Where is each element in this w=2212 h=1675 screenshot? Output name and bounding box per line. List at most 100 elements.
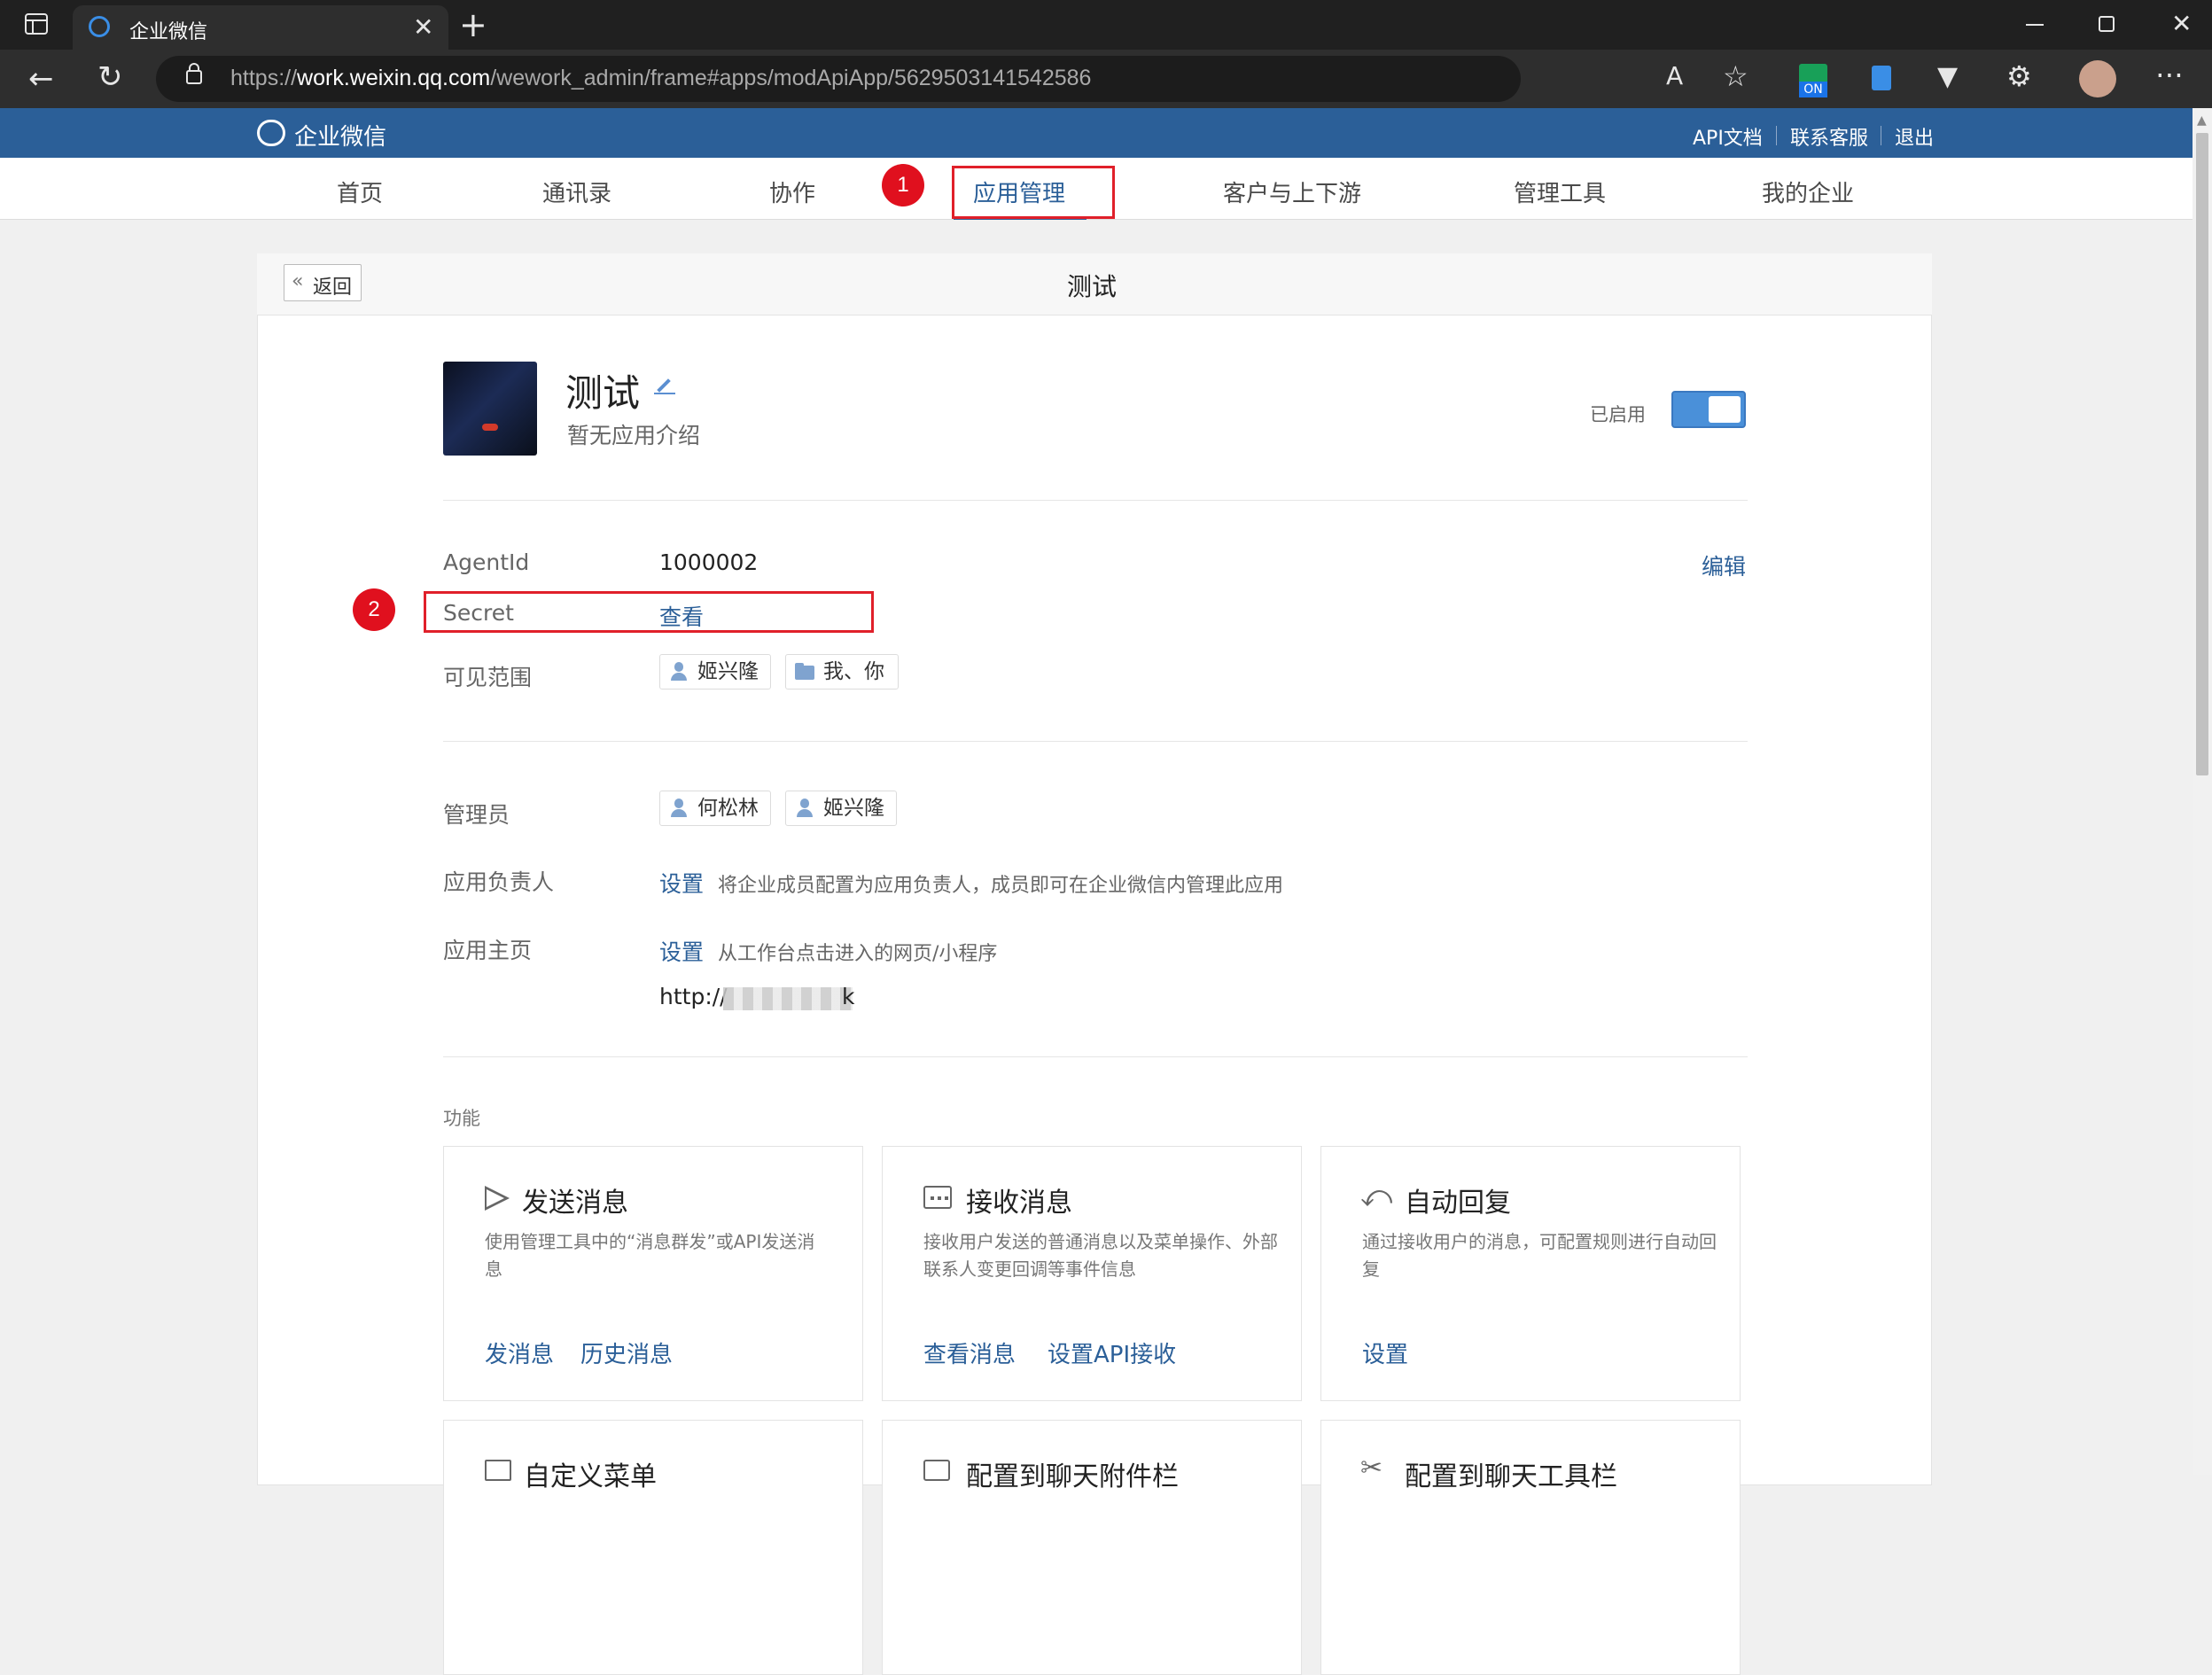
back-icon[interactable]: ←	[28, 64, 54, 94]
set-owner-link[interactable]: 设置	[659, 867, 704, 899]
back-button-label: 返回	[313, 277, 353, 299]
extension-doc-icon[interactable]	[1872, 66, 1891, 90]
nav-customers[interactable]: 客户与上下游	[1223, 175, 1361, 208]
auto-reply-card: ⤺ 自动回复 通过接收用户的消息，可配置规则进行自动回复 设置	[1320, 1146, 1741, 1401]
tab-actions-icon[interactable]	[25, 13, 48, 35]
admin-label: 管理员	[443, 802, 510, 828]
receive-message-card: 接收消息 接收用户发送的普通消息以及菜单操作、外部联系人变更回调等事件信息 查看…	[882, 1146, 1302, 1401]
homepage-url: http://	[659, 984, 728, 1009]
nav-collaboration[interactable]: 协作	[769, 175, 815, 208]
owner-label: 应用负责人	[443, 869, 555, 895]
admin-chip[interactable]: 何松林	[659, 791, 771, 826]
profile-avatar[interactable]	[2079, 60, 2116, 97]
tools-icon: ✂	[1360, 1453, 1383, 1484]
logout-link[interactable]: 退出	[1895, 122, 1934, 151]
status-label: 已启用	[1590, 404, 1646, 425]
app-intro: 暂无应用介绍	[567, 423, 701, 448]
new-tab-icon[interactable]: +	[459, 5, 487, 44]
refresh-icon[interactable]: ↻	[97, 62, 123, 92]
homepage-url-tail: k	[842, 984, 855, 1009]
app-name: 测试	[565, 371, 641, 415]
enable-toggle[interactable]	[1671, 391, 1746, 428]
chip-label: 姬兴隆	[697, 660, 759, 683]
nav-my-enterprise[interactable]: 我的企业	[1762, 175, 1854, 208]
card-title: 自定义菜单	[524, 1461, 657, 1492]
nav-admin-tools[interactable]: 管理工具	[1514, 175, 1606, 208]
logo-text[interactable]: 企业微信	[294, 119, 386, 152]
card-title: 配置到聊天附件栏	[966, 1461, 1179, 1492]
lock-icon[interactable]	[186, 70, 202, 84]
card-title: 接收消息	[966, 1188, 1072, 1219]
tab-close-icon[interactable]: ✕	[413, 12, 433, 42]
user-icon	[669, 799, 689, 818]
card-title: 自动回复	[1405, 1188, 1511, 1219]
favorite-add-icon[interactable]: ☆	[1723, 62, 1749, 90]
app-icon[interactable]	[443, 362, 537, 456]
set-homepage-link[interactable]: 设置	[659, 935, 704, 967]
url-prefix: https://	[230, 66, 298, 90]
send-message-card: 发送消息 使用管理工具中的“消息群发”或API发送消息 发消息 历史消息	[443, 1146, 863, 1401]
extension-badge: ON	[1799, 82, 1827, 97]
extension-on-icon[interactable]: ON	[1799, 64, 1827, 97]
vuejs-extension-icon[interactable]: ▼	[1937, 64, 1958, 90]
nav-contacts[interactable]: 通讯录	[542, 175, 611, 208]
annotation-box-nav	[952, 166, 1115, 219]
send-message-link[interactable]: 发消息	[485, 1336, 554, 1369]
edit-name-pencil-icon[interactable]	[654, 376, 675, 394]
read-aloud-icon[interactable]: A	[1666, 64, 1683, 89]
browser-tab[interactable]: 企业微信 ✕	[73, 5, 448, 50]
visibility-label: 可见范围	[443, 665, 533, 690]
contact-support-link[interactable]: 联系客服	[1790, 122, 1868, 151]
attachment-bar-card: 配置到聊天附件栏	[882, 1420, 1302, 1675]
nav-home[interactable]: 首页	[337, 175, 383, 208]
visible-department-chip[interactable]: 我、你	[785, 654, 899, 689]
homepage-label: 应用主页	[443, 938, 533, 963]
annotation-badge-1: 1	[882, 164, 924, 206]
more-menu-icon[interactable]: ⋯	[2155, 60, 2184, 89]
scroll-up-arrow-icon[interactable]: ▲	[2197, 113, 2207, 128]
api-docs-link[interactable]: API文档	[1693, 122, 1763, 151]
wecom-favicon-icon	[89, 16, 110, 37]
attachment-icon	[923, 1460, 950, 1481]
agentid-label: AgentId	[443, 549, 530, 575]
wecom-logo-icon[interactable]	[257, 120, 285, 146]
custom-menu-card: 自定义菜单	[443, 1420, 863, 1675]
auto-reply-settings-link[interactable]: 设置	[1362, 1336, 1408, 1369]
scrollbar-thumb[interactable]	[2196, 133, 2208, 775]
chip-label: 我、你	[823, 660, 884, 683]
features-section-label: 功能	[443, 1108, 480, 1129]
visible-member-chip[interactable]: 姬兴隆	[659, 654, 771, 689]
agentid-value: 1000002	[659, 549, 759, 575]
window-close-icon[interactable]: ✕	[2171, 9, 2192, 38]
extensions-icon[interactable]: ⚙	[2006, 62, 2032, 90]
admin-chip[interactable]: 姬兴隆	[785, 791, 897, 826]
chip-label: 何松林	[697, 797, 759, 820]
edit-link[interactable]: 编辑	[1702, 549, 1746, 581]
redacted-url-blur	[723, 987, 853, 1010]
message-history-link[interactable]: 历史消息	[580, 1336, 673, 1369]
set-api-receive-link[interactable]: 设置API接收	[1048, 1336, 1176, 1369]
restore-icon[interactable]	[2099, 16, 2115, 32]
divider	[443, 1056, 1748, 1057]
send-icon	[485, 1186, 510, 1211]
view-messages-link[interactable]: 查看消息	[923, 1336, 1016, 1369]
double-chevron-left-icon: «	[292, 270, 304, 292]
chat-bubble-icon	[923, 1186, 952, 1209]
owner-hint: 将企业成员配置为应用负责人，成员即可在企业微信内管理此应用	[718, 875, 1284, 897]
annotation-box-secret	[424, 591, 874, 633]
card-desc: 通过接收用户的消息，可配置规则进行自动回复	[1362, 1231, 1717, 1280]
menu-icon	[485, 1460, 511, 1481]
header-divider	[1776, 126, 1777, 145]
url-path: /wework_admin/frame#apps/modApiApp/56295…	[490, 66, 1092, 90]
minimize-icon[interactable]	[2026, 24, 2044, 26]
reply-icon: ⤺	[1360, 1179, 1393, 1214]
back-button[interactable]: « 返回	[284, 264, 362, 301]
divider	[443, 500, 1748, 501]
card-desc: 接收用户发送的普通消息以及菜单操作、外部联系人变更回调等事件信息	[923, 1231, 1278, 1280]
page-title: 测试	[1067, 272, 1118, 301]
folder-icon	[795, 662, 814, 682]
toggle-knob	[1709, 396, 1741, 423]
toolbar-card: ✂ 配置到聊天工具栏	[1320, 1420, 1741, 1675]
card-title: 配置到聊天工具栏	[1405, 1461, 1617, 1492]
url-text[interactable]: https://work.weixin.qq.com/wework_admin/…	[230, 66, 1091, 91]
